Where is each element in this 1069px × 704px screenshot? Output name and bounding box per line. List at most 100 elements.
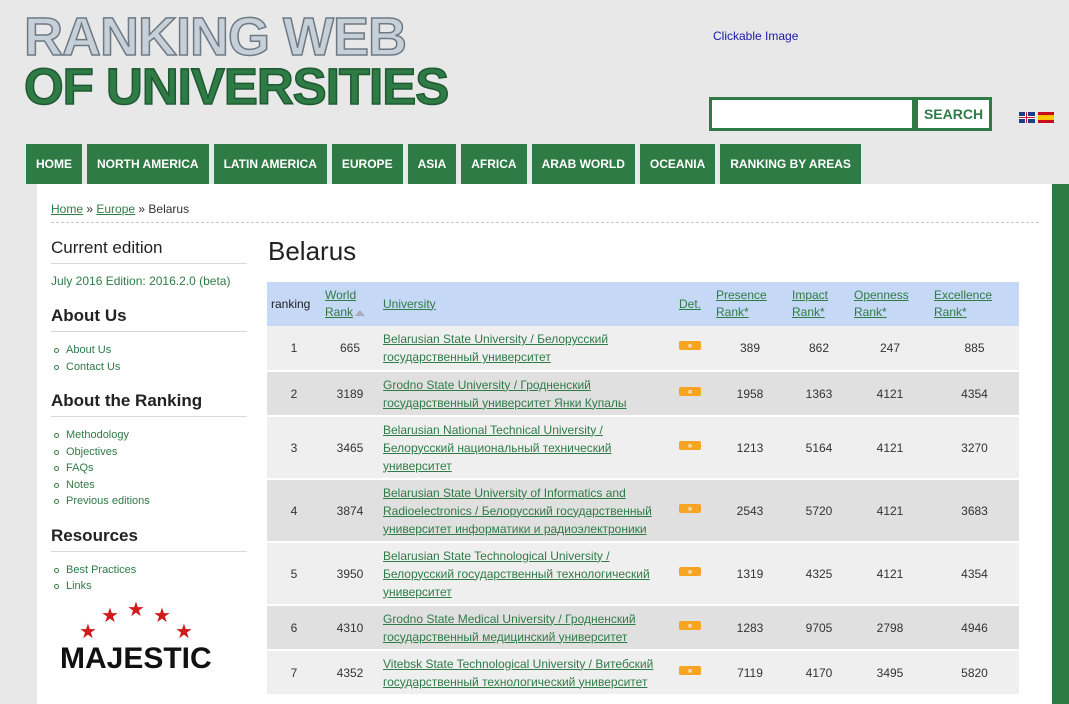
table-row: 4 3874 Belarusian State University of In… — [267, 479, 1019, 543]
cell-ranking: 3 — [267, 416, 321, 480]
cell-openness: 4121 — [850, 542, 930, 606]
cell-world-rank: 3950 — [321, 542, 379, 606]
cell-university: Belarusian National Technical University… — [379, 416, 675, 480]
university-link[interactable]: Belarusian State Technological Universit… — [383, 549, 650, 599]
details-arrow-icon[interactable]: » — [679, 341, 701, 350]
col-impact[interactable]: Impact Rank* — [788, 282, 850, 326]
nav-asia[interactable]: ASIA — [407, 144, 457, 184]
star-icon: ★ — [79, 621, 97, 643]
col-excellence[interactable]: Excellence Rank* — [930, 282, 1019, 326]
cell-excellence: 885 — [930, 326, 1019, 372]
university-sort-link[interactable]: University — [383, 297, 436, 311]
details-arrow-icon[interactable]: » — [679, 386, 701, 396]
cell-impact: 9705 — [788, 605, 850, 651]
current-edition-heading: Current edition — [51, 238, 247, 264]
cell-excellence: 4354 — [930, 542, 1019, 606]
site-logo[interactable]: RANKING WEB OF UNIVERSITIES — [23, 7, 454, 114]
cell-world-rank: 4310 — [321, 605, 379, 651]
star-icon: ★ — [153, 605, 171, 627]
sidebar-link-best-practices[interactable]: Best Practices — [54, 562, 247, 579]
cell-impact: 5720 — [788, 479, 850, 543]
cell-det: » — [675, 650, 712, 696]
sidebar-link-contact-us[interactable]: Contact Us — [54, 359, 247, 376]
cell-university: Vitebsk State Technological University /… — [379, 650, 675, 696]
right-edge-strip — [1052, 184, 1069, 704]
table-row: 1 665 Belarusian State University / Бело… — [267, 326, 1019, 372]
search-input[interactable] — [709, 97, 915, 131]
col-openness[interactable]: Openness Rank* — [850, 282, 930, 326]
presence-sort-link[interactable]: Presence Rank* — [716, 288, 767, 319]
sidebar-link-previous-editions[interactable]: Previous editions — [54, 493, 247, 510]
university-link[interactable]: Belarusian State University / Белорусски… — [383, 332, 608, 364]
details-arrow-icon[interactable]: » — [679, 440, 701, 450]
cell-impact: 5164 — [788, 416, 850, 480]
majestic-logo-text: MAJESTIC — [60, 642, 212, 675]
nav-arab-world[interactable]: ARAB WORLD — [531, 144, 635, 184]
cell-world-rank: 3465 — [321, 416, 379, 480]
det-sort-link[interactable]: Det. — [679, 297, 701, 311]
majestic-logo[interactable]: ★ ★ ★ ★ ★ MAJESTIC — [57, 598, 227, 688]
openness-sort-link[interactable]: Openness Rank* — [854, 288, 909, 319]
university-link[interactable]: Belarusian National Technical University… — [383, 423, 611, 473]
about-ranking-heading: About the Ranking — [51, 391, 247, 417]
col-world-rank[interactable]: World Rank — [321, 282, 379, 326]
excellence-sort-link[interactable]: Excellence Rank* — [934, 288, 992, 319]
details-arrow-icon[interactable]: » — [679, 566, 701, 576]
nav-latin-america[interactable]: LATIN AMERICA — [213, 144, 327, 184]
cell-excellence: 4946 — [930, 605, 1019, 651]
spanish-flag-icon[interactable] — [1038, 112, 1054, 123]
nav-home[interactable]: HOME — [26, 144, 82, 184]
cell-openness: 4121 — [850, 479, 930, 543]
about-us-heading: About Us — [51, 306, 247, 332]
details-arrow-icon[interactable]: » — [679, 620, 701, 630]
sidebar-link-notes[interactable]: Notes — [54, 477, 247, 494]
sidebar-link-methodology[interactable]: Methodology — [54, 427, 247, 444]
cell-impact: 4325 — [788, 542, 850, 606]
cell-excellence: 4354 — [930, 371, 1019, 417]
nav-europe[interactable]: EUROPE — [331, 144, 403, 184]
nav-oceania[interactable]: OCEANIA — [639, 144, 716, 184]
details-arrow-icon[interactable]: » — [679, 665, 701, 675]
cell-university: Belarusian State Technological Universit… — [379, 542, 675, 606]
breadcrumb-home[interactable]: Home — [51, 202, 83, 216]
search-button[interactable]: SEARCH — [915, 97, 992, 131]
logo-line-2: OF UNIVERSITIES — [23, 58, 450, 115]
breadcrumb-separator: » — [83, 202, 97, 216]
clickable-image-link[interactable]: Clickable Image — [713, 29, 798, 43]
nav-africa[interactable]: AFRICA — [461, 144, 527, 184]
resources-heading: Resources — [51, 526, 247, 552]
about-us-list: About Us Contact Us — [51, 342, 247, 375]
world-rank-sort-link[interactable]: World Rank — [325, 288, 356, 319]
university-link[interactable]: Vitebsk State Technological University /… — [383, 657, 653, 689]
col-university[interactable]: University — [379, 282, 675, 326]
sidebar-link-about-us[interactable]: About Us — [54, 342, 247, 359]
university-link[interactable]: Belarusian State University of Informati… — [383, 486, 652, 536]
cell-university: Grodno State University / Гродненский го… — [379, 371, 675, 417]
breadcrumb-europe[interactable]: Europe — [96, 202, 135, 216]
table-row: 2 3189 Grodno State University / Гроднен… — [267, 371, 1019, 417]
nav-north-america[interactable]: NORTH AMERICA — [87, 144, 209, 184]
cell-excellence: 5820 — [930, 650, 1019, 696]
nav-ranking-by-areas[interactable]: RANKING BY AREAS — [720, 144, 861, 184]
cell-openness: 3495 — [850, 650, 930, 696]
cell-ranking: 4 — [267, 479, 321, 543]
table-header-row: ranking World Rank University Det. Presen… — [267, 282, 1019, 326]
university-link[interactable]: Grodno State University / Гродненский го… — [383, 378, 627, 410]
sidebar-link-links[interactable]: Links — [54, 578, 247, 595]
impact-sort-link[interactable]: Impact Rank* — [792, 288, 828, 319]
star-icon: ★ — [175, 621, 193, 643]
details-arrow-icon[interactable]: » — [679, 503, 701, 513]
col-presence[interactable]: Presence Rank* — [712, 282, 788, 326]
cell-impact: 1363 — [788, 371, 850, 417]
cell-presence: 1958 — [712, 371, 788, 417]
cell-ranking: 7 — [267, 650, 321, 696]
sidebar-link-objectives[interactable]: Objectives — [54, 444, 247, 461]
col-det[interactable]: Det. — [675, 282, 712, 326]
cell-world-rank: 4352 — [321, 650, 379, 696]
university-link[interactable]: Grodno State Medical University / Гродне… — [383, 612, 636, 644]
english-flag-icon[interactable] — [1019, 112, 1035, 123]
current-edition-value: July 2016 Edition: 2016.2.0 (beta) — [51, 274, 231, 288]
sidebar-link-faqs[interactable]: FAQs — [54, 460, 247, 477]
logo-line-1: RANKING WEB — [23, 7, 407, 67]
cell-det: » — [675, 416, 712, 480]
